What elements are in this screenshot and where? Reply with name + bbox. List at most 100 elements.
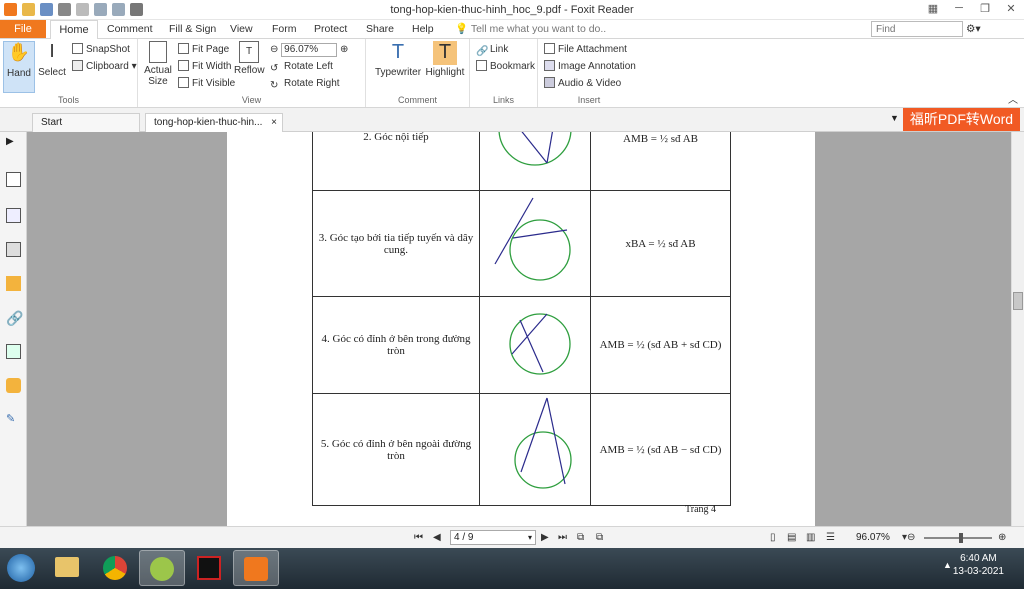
facing-icon[interactable]: ▥ — [806, 532, 815, 543]
ad-banner[interactable]: 福昕PDF转Word — [903, 108, 1020, 131]
link-button[interactable]: 🔗 Link — [476, 42, 508, 57]
row-name: 4. Góc có đỉnh ở bên trong đường tròn — [312, 296, 480, 394]
page-number-box[interactable]: 4 / 9 ▾ — [450, 530, 536, 545]
reflow-button[interactable]: T Reflow — [234, 41, 265, 76]
zoom-slider[interactable] — [924, 533, 992, 543]
tab-start[interactable]: Start — [32, 113, 140, 132]
tab-form[interactable]: Form — [272, 20, 297, 38]
find-input[interactable] — [871, 21, 963, 37]
zoom-control[interactable]: ⊖ 96.07% ⊕ — [270, 42, 348, 57]
rotate-left-button[interactable]: ↺ Rotate Left — [270, 59, 333, 74]
row-name: 2. Góc nội tiếp — [312, 132, 480, 191]
tab-protect[interactable]: Protect — [314, 20, 347, 38]
bookmark-icon — [476, 60, 487, 71]
first-page-icon[interactable]: ⏮ — [414, 532, 423, 543]
tab-current-document[interactable]: tong-hop-kien-thuc-hin... × — [145, 113, 283, 132]
zoom-out-icon[interactable]: ⊖ — [270, 44, 278, 55]
tab-fill-sign[interactable]: Fill & Sign — [169, 20, 216, 38]
security-panel-icon[interactable] — [6, 378, 21, 393]
previous-page-icon[interactable]: ◀ — [433, 532, 441, 543]
chrome-taskbar-button[interactable] — [92, 550, 138, 586]
image-annotation-label: Image Annotation — [558, 61, 636, 72]
start-button[interactable] — [2, 550, 40, 586]
restore-icon[interactable]: ❐ — [978, 2, 992, 16]
app-taskbar-button[interactable] — [139, 550, 185, 586]
zoom-out-status-icon[interactable]: ▾⊖ — [902, 532, 915, 543]
menu-bar: File Home Comment Fill & Sign View Form … — [0, 20, 1024, 39]
inscribed-angle-figure — [498, 132, 572, 166]
close-icon[interactable]: ✕ — [1004, 2, 1018, 16]
continuous-icon[interactable]: ▤ — [787, 532, 796, 543]
file-attachment-button[interactable]: File Attachment — [544, 42, 627, 57]
tab-help[interactable]: Help — [412, 20, 434, 38]
typewriter-button[interactable]: T Typewriter — [374, 41, 422, 78]
row-figure — [479, 393, 591, 506]
document-viewer[interactable]: 2. Góc nội tiếp AMB = ½ sđ AB 3. Góc tạo… — [27, 132, 1011, 526]
close-tab-icon[interactable]: × — [271, 114, 277, 132]
select-button[interactable]: Ⅰ Select — [37, 41, 67, 78]
layout-icon[interactable]: ▦ — [926, 2, 940, 16]
tools-panel-icon[interactable]: ✎ — [6, 412, 21, 427]
expand-panel-icon[interactable]: ▶ — [6, 136, 21, 151]
zoom-in-icon[interactable]: ⊕ — [340, 44, 348, 55]
tab-view[interactable]: View — [230, 20, 253, 38]
comments-panel-icon[interactable] — [6, 276, 21, 291]
bookmarks-panel-icon[interactable] — [6, 172, 21, 187]
row-figure — [479, 296, 591, 394]
previous-view-icon[interactable]: ⧉ — [577, 532, 584, 543]
row-formula: AMB = ½ (sđ AB − sđ CD) — [590, 393, 731, 506]
collapse-ribbon-icon[interactable]: ︿ — [1008, 93, 1018, 108]
document-tab-bar: Start tong-hop-kien-thuc-hin... × ▼ 福昕PD… — [0, 108, 1024, 132]
clipboard-button[interactable]: Clipboard ▾ — [72, 59, 137, 74]
fit-page-button[interactable]: Fit Page — [178, 42, 229, 57]
zoom-select[interactable]: 96.07% — [281, 43, 338, 57]
next-view-icon[interactable]: ⧉ — [596, 532, 603, 543]
tab-comment[interactable]: Comment — [107, 20, 153, 38]
fit-width-icon — [178, 60, 189, 71]
signature-panel-icon[interactable] — [6, 344, 21, 359]
windows-logo-icon — [7, 554, 35, 582]
layers-panel-icon[interactable] — [6, 242, 21, 257]
snapshot-button[interactable]: SnapShot — [72, 42, 130, 57]
bookmark-button[interactable]: Bookmark — [476, 59, 535, 74]
tab-list-icon[interactable]: ▼ — [890, 113, 899, 123]
zoom-level[interactable]: 96.07% — [856, 532, 890, 543]
row-name: 5. Góc có đỉnh ở bên ngoài đường tròn — [312, 393, 480, 506]
link-icon: 🔗 — [476, 46, 489, 57]
hand-button[interactable]: ✋ Hand — [3, 41, 35, 93]
last-page-icon[interactable]: ⏭ — [558, 532, 567, 543]
clock[interactable]: 6:40 AM 13-03-2021 — [953, 552, 1004, 578]
fit-visible-button[interactable]: Fit Visible — [178, 76, 235, 91]
zoom-in-status-icon[interactable]: ⊕ — [998, 532, 1006, 543]
zoom-slider-knob[interactable] — [959, 533, 964, 543]
single-page-icon[interactable]: ▯ — [770, 532, 776, 543]
audio-video-button[interactable]: Audio & Video — [544, 76, 621, 91]
vertical-scrollbar[interactable] — [1011, 132, 1024, 526]
settings-icon[interactable]: ⚙▾ — [966, 20, 981, 38]
tray-arrow-icon[interactable]: ▲ — [943, 560, 952, 570]
next-page-icon[interactable]: ▶ — [541, 532, 549, 543]
rotate-right-button[interactable]: ↻ Rotate Right — [270, 76, 340, 91]
highlight-button[interactable]: T Highlight — [424, 41, 466, 78]
pages-panel-icon[interactable] — [6, 208, 21, 223]
tab-home[interactable]: Home — [50, 20, 98, 39]
minimize-icon[interactable]: ─ — [952, 2, 966, 16]
attachment-icon — [544, 43, 555, 54]
taskbar: ▲ 6:40 AM 13-03-2021 — [0, 548, 1024, 589]
table-row: 5. Góc có đỉnh ở bên ngoài đường tròn AM… — [312, 393, 731, 506]
row-figure — [479, 190, 591, 297]
file-menu[interactable]: File — [0, 20, 46, 38]
attachments-panel-icon[interactable]: 🔗 — [6, 310, 23, 326]
game-taskbar-button[interactable] — [186, 550, 232, 586]
table-row: 3. Góc tạo bởi tia tiếp tuyến và dây cun… — [312, 190, 731, 297]
actual-size-button[interactable]: Actual Size — [142, 41, 174, 87]
image-annotation-button[interactable]: Image Annotation — [544, 59, 636, 74]
explorer-taskbar-button[interactable] — [44, 550, 90, 586]
fit-width-button[interactable]: Fit Width — [178, 59, 231, 74]
tab-share[interactable]: Share — [366, 20, 394, 38]
tell-me-box[interactable]: 💡 Tell me what you want to do.. — [455, 20, 606, 38]
scroll-thumb[interactable] — [1013, 292, 1023, 310]
interior-vertex-figure — [509, 312, 571, 375]
foxit-taskbar-button[interactable] — [233, 550, 279, 586]
continuous-facing-icon[interactable]: ☰ — [826, 532, 835, 543]
